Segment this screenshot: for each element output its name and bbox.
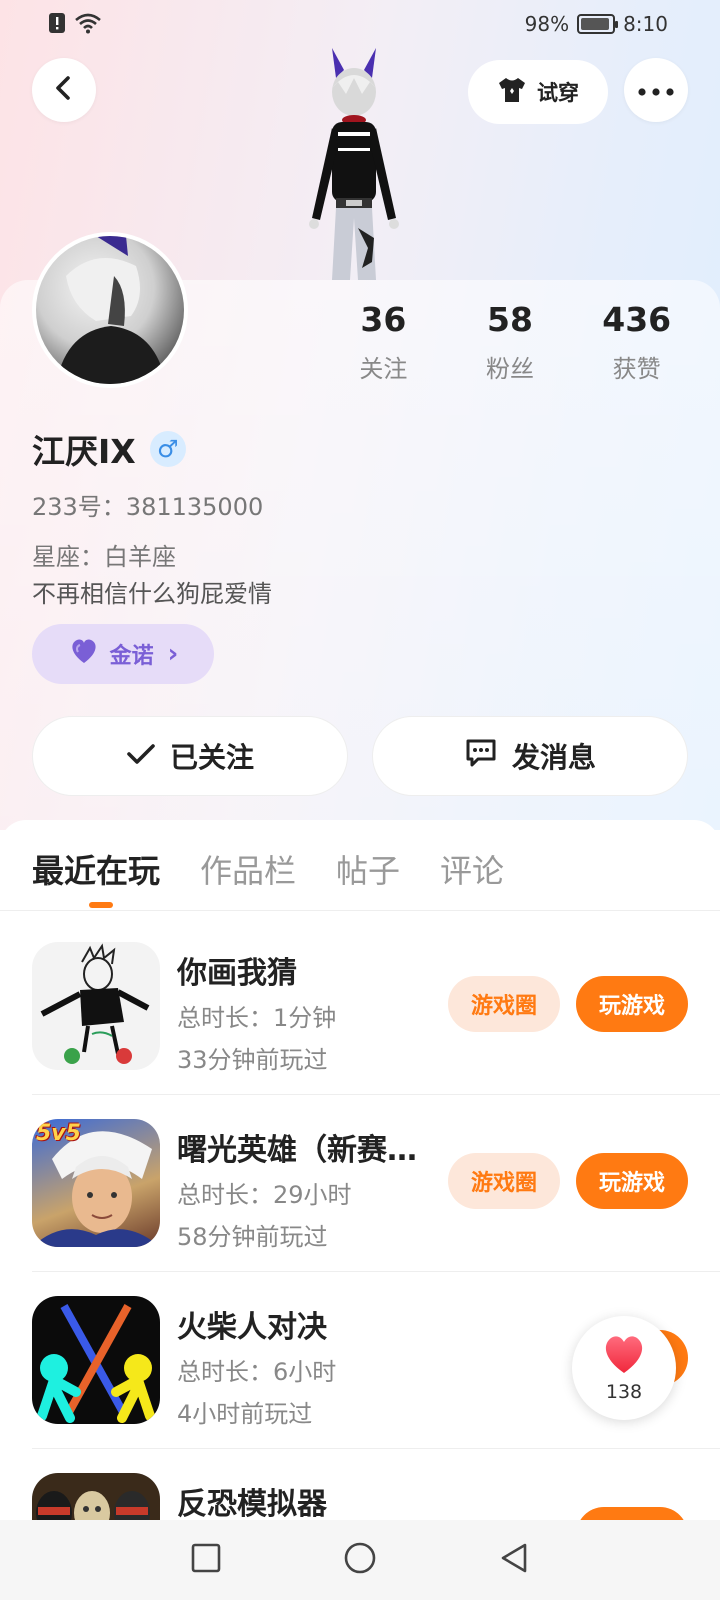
heart-icon [601,1333,647,1379]
tab-divider [0,910,720,911]
profile-tabs: 最近在玩 作品栏 帖子 评论 [32,846,504,892]
game-row[interactable]: 5v5 曙光英雄（新赛… 总时长：29小时 58分钟前玩过 游戏圈 玩游戏 [32,1119,688,1251]
gold-promise-button[interactable]: 金诺 › [32,624,214,684]
stat-following-count: 36 [360,300,407,339]
game-title: 火柴人对决 [177,1310,327,1345]
list-divider [32,1271,720,1272]
avatar[interactable] [32,232,188,388]
stat-followers-count: 58 [487,300,533,339]
bio: 不再相信什么狗屁爱情 [32,580,272,608]
play-game-button[interactable]: 玩游戏 [576,1153,688,1209]
chevron-left-icon [52,74,76,106]
stat-followers-label: 粉丝 [486,355,534,383]
stat-followers[interactable]: 58 粉丝 [447,300,574,384]
status-bar: 98% 8:10 [0,0,720,50]
heart-icon [68,637,100,671]
avatar-image [36,236,184,384]
game-icon-stickman-duel [32,1296,160,1424]
user-id[interactable]: 233号：381135000 [32,487,263,522]
profile-name-row: 江厌IX ♂ [32,425,186,473]
like-float-button[interactable]: 138 [572,1316,676,1420]
profile-stats: 36 关注 58 粉丝 436 获赞 [320,300,700,384]
active-tab-indicator [89,902,113,908]
play-game-button[interactable]: 玩游戏 [576,976,688,1032]
game-row[interactable]: 你画我猜 总时长：1分钟 33分钟前玩过 游戏圈 玩游戏 [32,942,688,1074]
game-duration: 总时长：1分钟 [177,1004,337,1032]
game-badge: 5v5 [36,1121,81,1146]
system-nav-bar [0,1520,720,1600]
avatar-3d-character[interactable] [296,48,412,284]
more-button[interactable] [624,58,688,122]
game-duration: 总时长：6小时 [177,1358,337,1386]
message-button[interactable]: 发消息 [372,716,688,796]
game-title: 反恐模拟器 [177,1487,327,1522]
game-circle-button[interactable]: 游戏圈 [448,976,560,1032]
tab-comments[interactable]: 评论 [440,846,504,892]
list-divider [32,1448,720,1449]
checkmark-icon [126,740,156,773]
wifi-icon [74,12,102,39]
tab-recently-played[interactable]: 最近在玩 [32,846,160,892]
follow-label: 已关注 [169,741,254,774]
follow-button[interactable]: 已关注 [32,716,348,796]
alert-icon [48,12,66,39]
clock: 8:10 [623,12,668,36]
stat-likes[interactable]: 436 获赞 [573,300,700,384]
male-gender-icon: ♂ [149,431,186,467]
game-icon-dawn-heroes: 5v5 [32,1119,160,1247]
home-icon[interactable] [343,1541,377,1579]
battery-percent: 98% [524,12,570,36]
try-on-button[interactable]: 试穿 [468,60,608,124]
more-dots-icon [638,81,674,100]
game-duration: 总时长：29小时 [177,1181,352,1209]
game-title: 曙光英雄（新赛… [177,1133,417,1168]
back-button[interactable] [32,58,96,122]
stat-following[interactable]: 36 关注 [320,300,447,384]
stat-following-label: 关注 [359,355,408,383]
tshirt-icon [497,76,527,109]
recent-apps-icon[interactable] [191,1543,221,1577]
gold-promise-label: 金诺 [109,644,154,669]
try-on-label: 试穿 [537,81,579,105]
battery-icon [577,14,619,34]
game-last-played: 58分钟前玩过 [177,1223,328,1251]
chevron-right-icon: › [167,639,179,669]
game-last-played: 33分钟前玩过 [177,1046,328,1074]
chat-bubble-icon [464,737,498,776]
stat-likes-count: 436 [602,300,672,339]
game-icon-draw-guess [32,942,160,1070]
list-divider [32,1094,720,1095]
tab-posts[interactable]: 帖子 [336,846,400,892]
game-last-played: 4小时前玩过 [177,1400,313,1428]
message-label: 发消息 [511,741,596,774]
profile-name: 江厌IX [32,432,136,471]
back-triangle-icon[interactable] [499,1542,529,1578]
like-count: 138 [605,1381,643,1403]
constellation: 星座：白羊座 [32,543,176,571]
stat-likes-label: 获赞 [612,355,661,383]
game-circle-button[interactable]: 游戏圈 [448,1153,560,1209]
tab-works[interactable]: 作品栏 [200,846,296,892]
game-title: 你画我猜 [177,956,297,991]
